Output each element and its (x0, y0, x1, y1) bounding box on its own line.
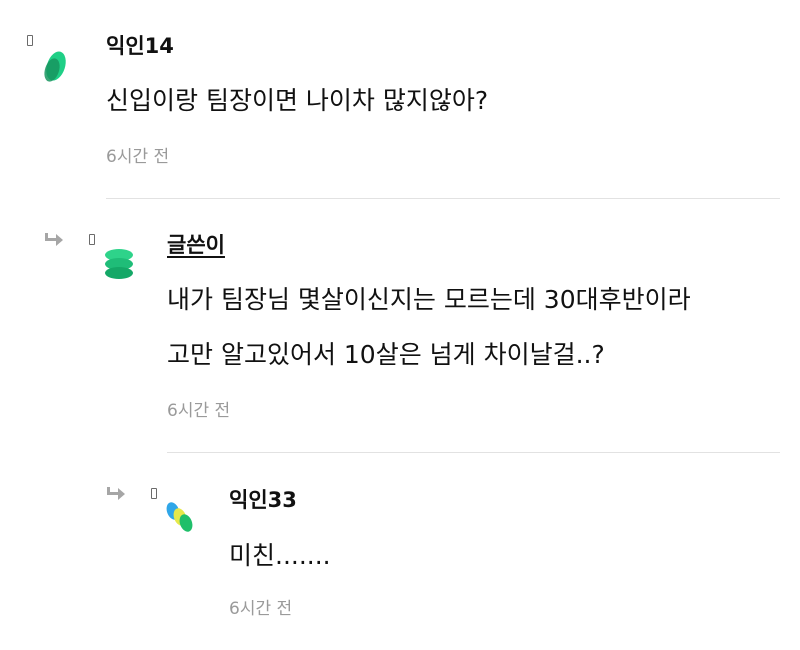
comment-divider (167, 452, 780, 453)
comment-timestamp: 6시간 전 (229, 599, 293, 619)
comment-body-line: 고만 알고있어서 10살은 넘게 차이날걸..? (167, 340, 605, 369)
reply-arrow-icon (107, 487, 125, 500)
comment-body-line: 신입이랑 팀장이면 나이차 많지않아? (106, 86, 489, 115)
comment-timestamp: 6시간 전 (106, 147, 170, 167)
comment-author[interactable]: 익인33 (229, 490, 297, 511)
comment-marker-icon (151, 488, 157, 499)
comment-timestamp: 6시간 전 (167, 401, 231, 421)
comment-body-line: 미친....... (229, 541, 331, 570)
comment-author[interactable]: 익인14 (106, 36, 174, 57)
comment-divider (106, 198, 780, 199)
comment-marker-icon (89, 234, 95, 245)
comment-author-original-poster[interactable]: 글쓴이 (167, 235, 225, 256)
green-stacked-discs-avatar-icon (105, 249, 133, 279)
comment-marker-icon (27, 35, 33, 46)
reply-arrow-icon (45, 233, 63, 246)
green-mint-leaf-avatar-icon (44, 51, 66, 82)
comment-body-line: 내가 팀장님 몇살이신지는 모르는데 30대후반이라 (167, 285, 691, 314)
blue-yellow-green-pills-avatar-icon (166, 502, 193, 532)
